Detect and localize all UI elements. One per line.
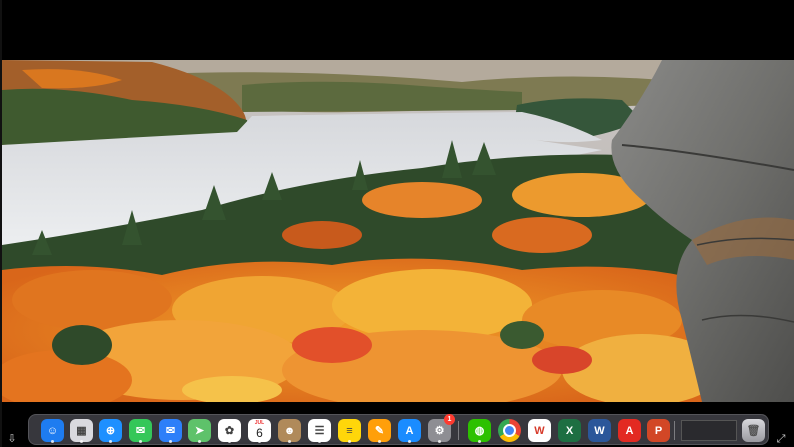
running-indicator xyxy=(318,440,321,443)
running-indicator xyxy=(478,440,481,443)
photos-icon[interactable]: ✿ xyxy=(218,419,241,442)
excel-icon[interactable]: X xyxy=(558,419,581,442)
reminders-icon[interactable]: ☰ xyxy=(308,419,331,442)
dock-separator xyxy=(674,421,675,440)
acrobat-icon[interactable]: A xyxy=(618,419,641,442)
running-indicator xyxy=(438,440,441,443)
calendar-icon[interactable]: JUL 6 xyxy=(248,419,271,442)
contacts-icon[interactable]: ☻ xyxy=(278,419,301,442)
maps-icon[interactable]: ➤ xyxy=(188,419,211,442)
running-indicator xyxy=(51,440,54,443)
wps-icon[interactable]: W xyxy=(528,419,551,442)
running-indicator xyxy=(80,440,83,443)
notes-icon[interactable]: ≡ xyxy=(338,419,361,442)
left-corner-icon[interactable]: ⇩ xyxy=(6,433,18,445)
minimized-window-preview[interactable] xyxy=(681,420,737,441)
fullscreen-icon[interactable]: ⤢ xyxy=(775,433,787,445)
running-indicator xyxy=(109,440,112,443)
launchpad-icon[interactable]: ▦ xyxy=(70,419,93,442)
word-icon[interactable]: W xyxy=(588,419,611,442)
running-indicator xyxy=(169,440,172,443)
chrome-icon[interactable] xyxy=(498,419,521,442)
powerpoint-icon[interactable]: P xyxy=(647,419,670,442)
app-store-icon[interactable]: A xyxy=(398,419,421,442)
running-indicator xyxy=(139,440,142,443)
running-indicator xyxy=(288,440,291,443)
safari-icon[interactable]: ⊕ xyxy=(99,419,122,442)
running-indicator xyxy=(348,440,351,443)
notification-badge: 1 xyxy=(444,414,455,425)
running-indicator xyxy=(258,440,261,443)
wechat-icon[interactable]: ◍ xyxy=(468,419,491,442)
running-indicator xyxy=(228,440,231,443)
trash-icon[interactable]: 🗑 xyxy=(742,419,765,442)
dock: ☺ ▦ ⊕ ✉ ✉ ➤ ✿ JUL 6 ☻ ☰ ≡ ✎ A ⚙ 1 ◍ W X W A P 🗑 xyxy=(28,414,769,445)
running-indicator xyxy=(378,440,381,443)
autumn-landscape-image xyxy=(2,60,794,402)
messages-icon[interactable]: ✉ xyxy=(129,419,152,442)
mail-icon[interactable]: ✉ xyxy=(159,419,182,442)
pages-icon[interactable]: ✎ xyxy=(368,419,391,442)
calendar-day: 6 xyxy=(256,426,263,440)
running-indicator xyxy=(198,440,201,443)
running-indicator xyxy=(408,440,411,443)
finder-icon[interactable]: ☺ xyxy=(41,419,64,442)
settings-icon[interactable]: ⚙ 1 xyxy=(428,414,455,442)
dock-separator xyxy=(458,421,459,440)
video-frame[interactable] xyxy=(2,60,794,402)
